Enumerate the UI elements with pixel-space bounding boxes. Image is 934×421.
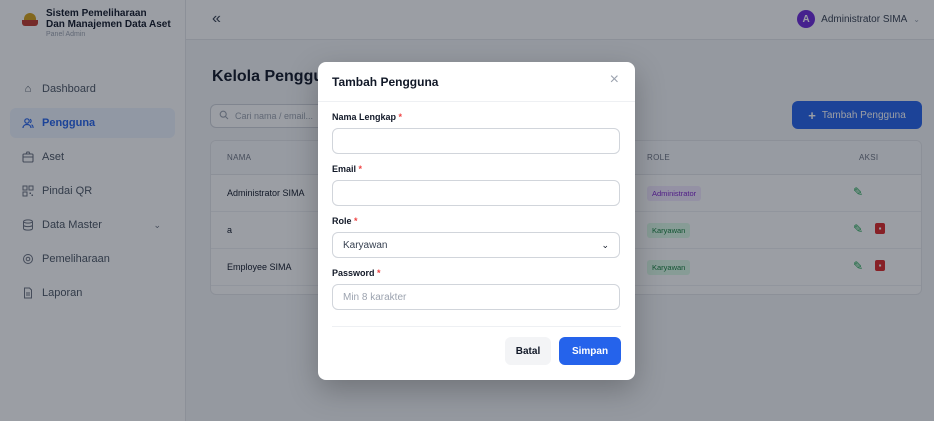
email-input[interactable]	[332, 180, 620, 206]
add-user-modal: Tambah Pengguna × Nama Lengkap * Email *…	[318, 62, 635, 380]
add-user-form: Nama Lengkap * Email * Role * Karyawan ⌄…	[318, 102, 635, 310]
cancel-button[interactable]: Batal	[505, 337, 551, 365]
field-password: Password * Min 8 karakter	[332, 268, 621, 310]
email-label: Email *	[332, 164, 363, 174]
password-placeholder: Min 8 karakter	[343, 291, 407, 303]
role-select-value: Karyawan	[343, 239, 388, 251]
field-role: Role * Karyawan ⌄	[332, 216, 621, 258]
required-mark: *	[377, 268, 381, 278]
save-button[interactable]: Simpan	[559, 337, 621, 365]
role-select[interactable]: Karyawan ⌄	[332, 232, 620, 258]
password-label: Password *	[332, 268, 381, 278]
password-input[interactable]: Min 8 karakter	[332, 284, 620, 310]
modal-footer: Batal Simpan	[332, 326, 621, 380]
required-mark: *	[398, 112, 403, 122]
name-label: Nama Lengkap *	[332, 112, 403, 122]
required-mark: *	[358, 164, 363, 174]
field-name: Nama Lengkap *	[332, 112, 621, 154]
name-input[interactable]	[332, 128, 620, 154]
chevron-down-icon: ⌄	[601, 239, 609, 250]
role-label: Role *	[332, 216, 358, 226]
close-icon[interactable]: ×	[610, 72, 619, 88]
modal-header: Tambah Pengguna ×	[318, 62, 635, 102]
modal-title: Tambah Pengguna	[332, 75, 439, 89]
required-mark: *	[354, 216, 358, 226]
field-email: Email *	[332, 164, 621, 206]
